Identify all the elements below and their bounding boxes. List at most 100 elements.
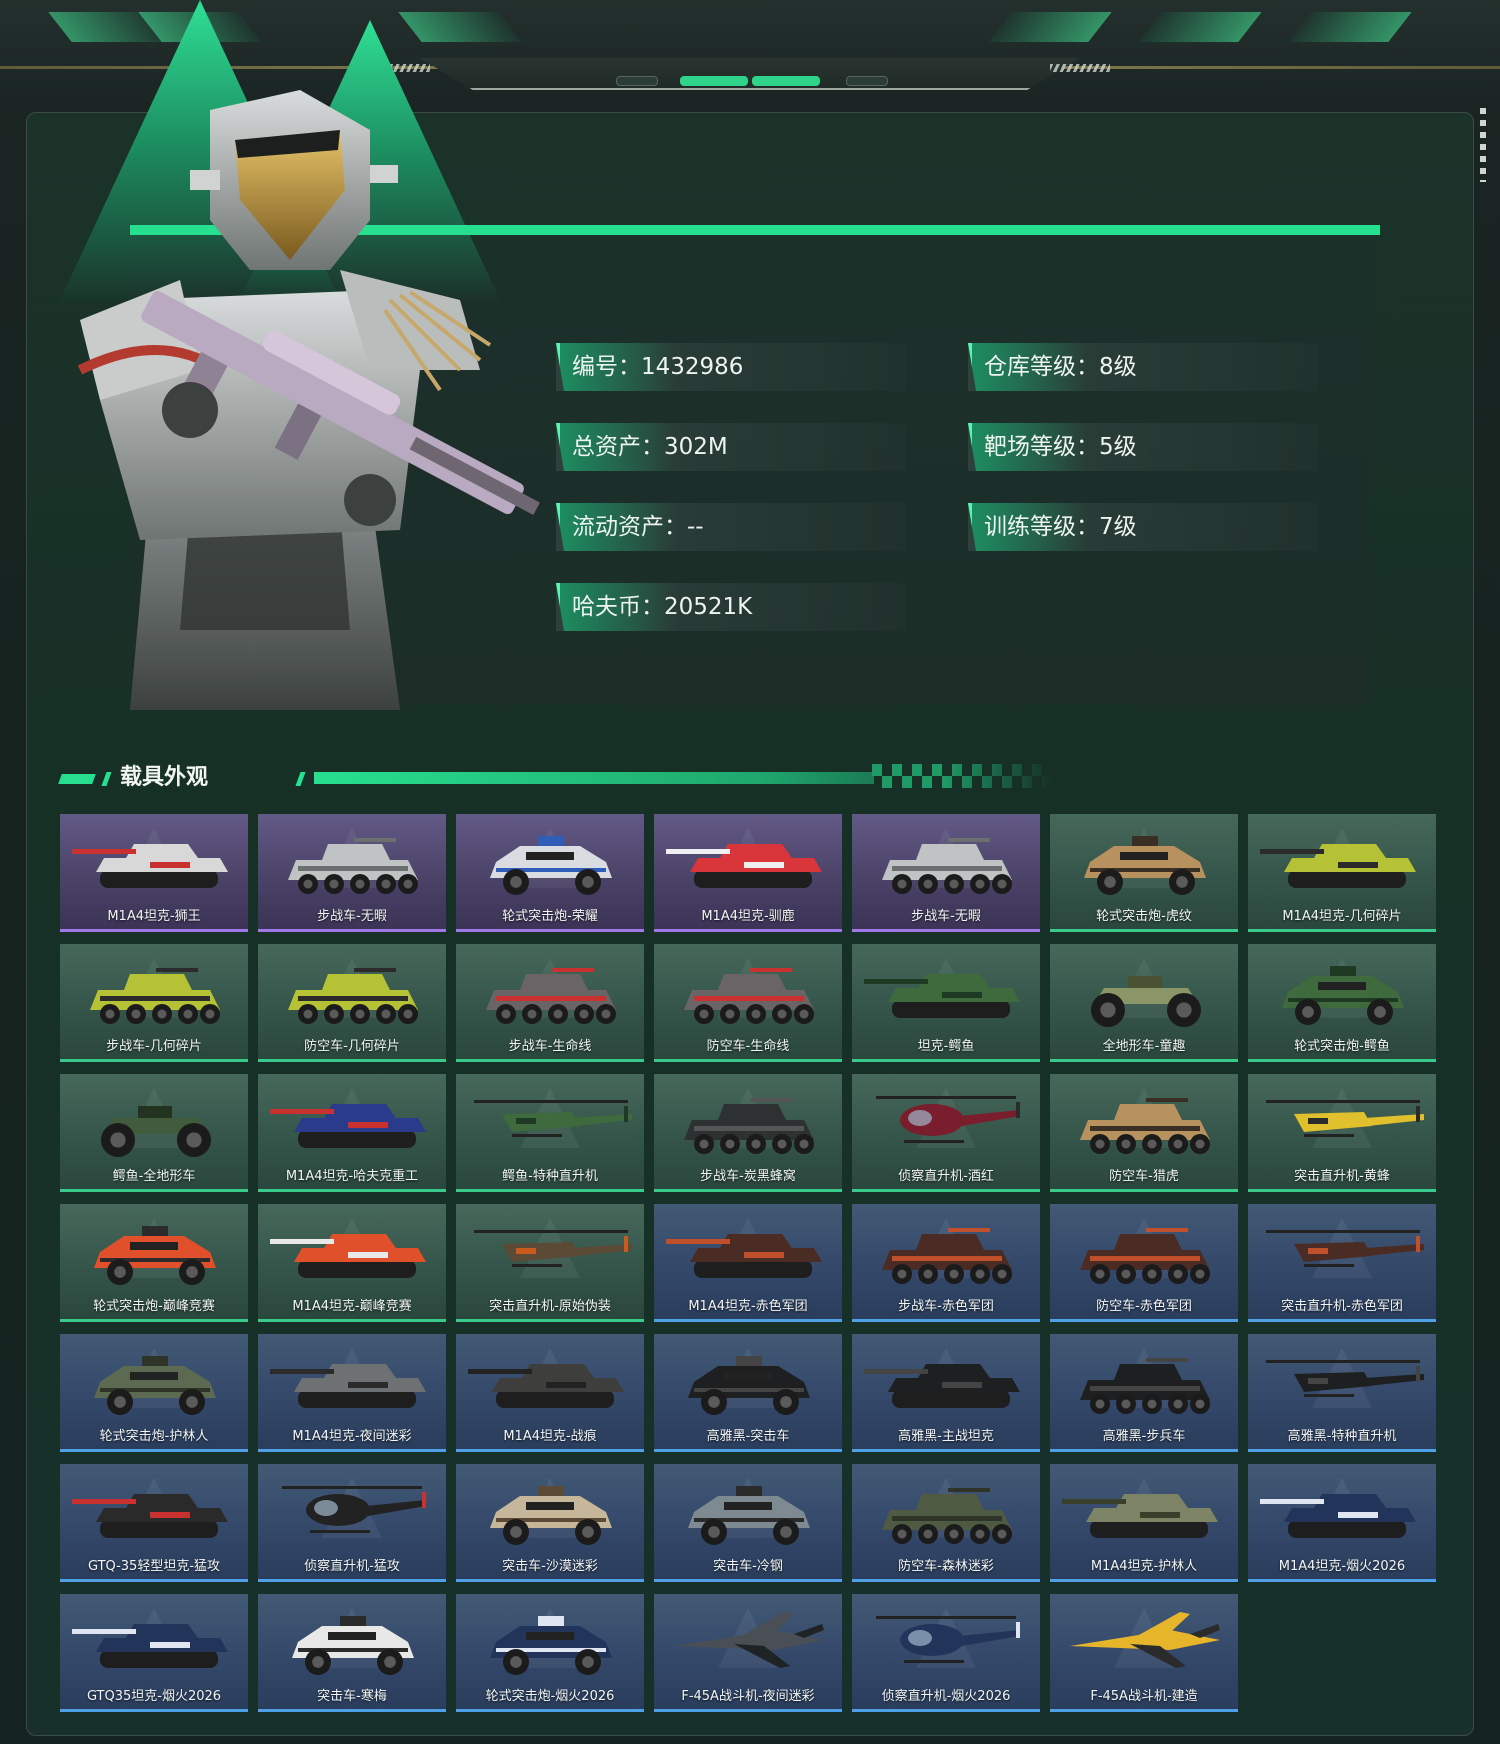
vehicle-name: 步战车-生命线: [508, 1039, 592, 1054]
vehicle-image: [1091, 976, 1201, 1027]
vehicle-card[interactable]: 侦察直升机-猛攻: [258, 1464, 446, 1582]
vehicle-name: 防空车-森林迷彩: [898, 1559, 994, 1574]
vehicle-name: 防空车-几何碎片: [304, 1039, 400, 1054]
vehicle-card[interactable]: 突击直升机-原始伪装: [456, 1204, 644, 1322]
vehicle-card[interactable]: 防空车-赤色军团: [1050, 1204, 1238, 1322]
section-title: 载具外观: [120, 765, 209, 790]
vehicle-image: [1070, 1612, 1220, 1668]
vehicle-card[interactable]: 突击车-寒梅: [258, 1594, 446, 1712]
vehicle-card[interactable]: M1A4坦克-狮王: [60, 814, 248, 932]
vehicle-image: [490, 1486, 612, 1545]
vehicle-card[interactable]: GTQ35坦克-烟火2026: [60, 1594, 248, 1712]
vehicle-card[interactable]: 高雅黑-特种直升机: [1248, 1334, 1436, 1452]
vehicle-image: [468, 1364, 624, 1408]
info-total-assets: 总资产：302M: [556, 423, 906, 471]
vehicle-card[interactable]: 全地形车-童趣: [1050, 944, 1238, 1062]
vehicle-name: 高雅黑-主战坦克: [898, 1429, 994, 1444]
vehicle-card[interactable]: F-45A战斗机-建造: [1050, 1594, 1238, 1712]
vehicle-card[interactable]: 坦克-鳄鱼: [852, 944, 1040, 1062]
vehicle-image: [1266, 1100, 1424, 1137]
vehicle-card[interactable]: 突击直升机-黄蜂: [1248, 1074, 1436, 1192]
vehicle-card[interactable]: 高雅黑-步兵车: [1050, 1334, 1238, 1452]
vehicle-card[interactable]: M1A4坦克-夜间迷彩: [258, 1334, 446, 1452]
vehicle-card[interactable]: 步战车-无暇: [852, 814, 1040, 932]
vehicle-card[interactable]: M1A4坦克-巅峰竞赛: [258, 1204, 446, 1322]
vehicle-card[interactable]: M1A4坦克-赤色军团: [654, 1204, 842, 1322]
vehicle-image: [72, 1624, 228, 1668]
vehicle-image: [486, 968, 616, 1024]
info-training-level: 训练等级：7级: [968, 503, 1318, 551]
vehicle-name: 高雅黑-特种直升机: [1287, 1429, 1397, 1444]
vehicle-name: 突击车-冷钢: [713, 1559, 783, 1574]
vehicle-card[interactable]: 防空车-几何碎片: [258, 944, 446, 1062]
vehicle-name: F-45A战斗机-夜间迷彩: [681, 1689, 815, 1704]
vehicle-image: [882, 1488, 1012, 1544]
vehicle-card[interactable]: M1A4坦克-战痕: [456, 1334, 644, 1452]
vehicle-image: [666, 844, 822, 888]
vehicle-card[interactable]: 轮式突击炮-荣耀: [456, 814, 644, 932]
vehicle-name: M1A4坦克-护林人: [1090, 1559, 1198, 1574]
vehicle-card[interactable]: 轮式突击炮-烟火2026: [456, 1594, 644, 1712]
vehicle-image: [1080, 1358, 1210, 1414]
vehicle-card[interactable]: 步战车-无暇: [258, 814, 446, 932]
vehicle-image: [864, 1364, 1020, 1408]
vehicle-image: [1080, 1098, 1210, 1154]
vehicle-name: GTQ-35轻型坦克-猛攻: [87, 1559, 221, 1574]
vehicle-name: 突击车-沙漠迷彩: [502, 1559, 598, 1574]
vehicle-card[interactable]: 突击车-冷钢: [654, 1464, 842, 1582]
info-haf-coin: 哈夫币：20521K: [556, 583, 906, 631]
vehicle-image: [684, 1098, 814, 1154]
vehicle-card[interactable]: 步战车-几何碎片: [60, 944, 248, 1062]
vehicle-name: 步战车-几何碎片: [106, 1039, 202, 1054]
vehicle-image: [490, 1616, 612, 1675]
vehicle-card[interactable]: 突击车-沙漠迷彩: [456, 1464, 644, 1582]
vehicle-section-header: 载具外观: [58, 760, 1060, 796]
vehicle-card[interactable]: M1A4坦克-护林人: [1050, 1464, 1238, 1582]
vehicle-card[interactable]: 侦察直升机-酒红: [852, 1074, 1040, 1192]
vehicle-card[interactable]: 步战车-炭黑蜂窝: [654, 1074, 842, 1192]
vehicle-image: [94, 1226, 216, 1285]
vehicle-card[interactable]: F-45A战斗机-夜间迷彩: [654, 1594, 842, 1712]
vehicle-card[interactable]: M1A4坦克-哈夫克重工: [258, 1074, 446, 1192]
vehicle-card[interactable]: M1A4坦克-烟火2026: [1248, 1464, 1436, 1582]
vehicle-image: [1266, 1360, 1424, 1397]
vehicle-card[interactable]: 鳄鱼-全地形车: [60, 1074, 248, 1192]
vehicle-name: 突击直升机-黄蜂: [1294, 1169, 1390, 1184]
vehicle-card[interactable]: 防空车-生命线: [654, 944, 842, 1062]
info-liquid-assets: 流动资产：--: [556, 503, 906, 551]
vehicle-name: 侦察直升机-猛攻: [304, 1559, 400, 1574]
vehicle-card[interactable]: 侦察直升机-烟火2026: [852, 1594, 1040, 1712]
vehicle-card[interactable]: 轮式突击炮-护林人: [60, 1334, 248, 1452]
vehicle-card[interactable]: 防空车-森林迷彩: [852, 1464, 1040, 1582]
vehicle-card[interactable]: M1A4坦克-几何碎片: [1248, 814, 1436, 932]
vehicle-name: 步战车-赤色军团: [898, 1299, 994, 1314]
vehicle-image: [684, 968, 814, 1024]
vehicle-card[interactable]: GTQ-35轻型坦克-猛攻: [60, 1464, 248, 1582]
banner-chevron: [988, 12, 1112, 42]
vehicle-card[interactable]: 轮式突击炮-虎纹: [1050, 814, 1238, 932]
vehicle-card[interactable]: 轮式突击炮-巅峰竞赛: [60, 1204, 248, 1322]
vehicle-name: 突击直升机-赤色军团: [1281, 1299, 1403, 1314]
vehicle-card[interactable]: 突击直升机-赤色军团: [1248, 1204, 1436, 1322]
vehicle-name: 步战车-无暇: [911, 909, 981, 924]
vehicle-name: 鳄鱼-特种直升机: [502, 1169, 598, 1184]
vehicle-card[interactable]: 防空车-猎虎: [1050, 1074, 1238, 1192]
vehicle-image: [864, 974, 1020, 1018]
vehicle-card[interactable]: 步战车-赤色军团: [852, 1204, 1040, 1322]
vehicle-card[interactable]: 高雅黑-主战坦克: [852, 1334, 1040, 1452]
vehicle-image: [876, 1616, 1020, 1663]
vehicle-card[interactable]: 鳄鱼-特种直升机: [456, 1074, 644, 1192]
vehicle-image: [688, 1486, 810, 1545]
vehicle-card[interactable]: 高雅黑-突击车: [654, 1334, 842, 1452]
banner-pill-active: [752, 76, 820, 86]
vehicle-image: [270, 1364, 426, 1408]
vehicle-card[interactable]: 步战车-生命线: [456, 944, 644, 1062]
vehicle-card[interactable]: 轮式突击炮-鳄鱼: [1248, 944, 1436, 1062]
vehicle-image: [474, 1230, 632, 1267]
vehicle-name: M1A4坦克-战痕: [503, 1429, 597, 1444]
vehicle-name: F-45A战斗机-建造: [1090, 1689, 1198, 1704]
vehicle-name: 轮式突击炮-巅峰竞赛: [93, 1299, 215, 1314]
vehicle-card[interactable]: M1A4坦克-驯鹿: [654, 814, 842, 932]
vehicle-image: [1260, 1494, 1416, 1538]
vehicle-name: 突击直升机-原始伪装: [489, 1299, 611, 1314]
